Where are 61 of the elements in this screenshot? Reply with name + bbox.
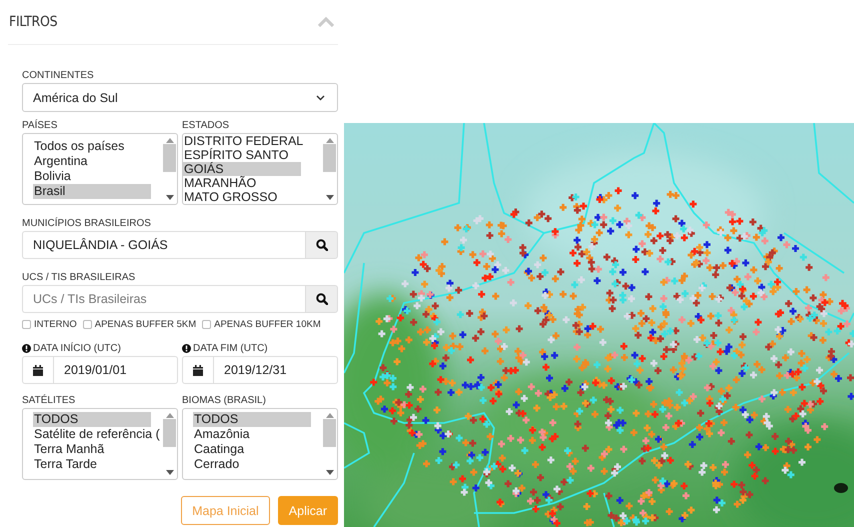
scroll-down-icon[interactable] xyxy=(326,470,334,475)
scrollbar-thumb[interactable] xyxy=(323,144,336,172)
calendar-icon xyxy=(33,364,43,376)
search-icon xyxy=(316,239,328,251)
list-item[interactable]: MATO GROSSO xyxy=(183,190,301,204)
list-item[interactable]: Todos os países xyxy=(33,139,151,154)
protected-area-field[interactable]: UCs / TIs Brasileiras xyxy=(22,285,305,313)
checkbox-label: APENAS BUFFER 5KM xyxy=(94,319,196,330)
field-label: ESTADOS xyxy=(182,119,230,132)
list-item[interactable]: MARANHÃO xyxy=(183,176,301,190)
scrollbar-thumb[interactable] xyxy=(323,419,336,447)
list-item[interactable]: Terra Tarde xyxy=(33,457,151,472)
field-label: DATA INÍCIO (UTC) xyxy=(33,343,121,354)
list-item[interactable]: Caatinga xyxy=(193,442,311,457)
checkbox-label: APENAS BUFFER 10KM xyxy=(214,319,321,330)
field-label: MUNICÍPIOS BRASILEIROS xyxy=(22,217,152,230)
field-label: CONTINENTES xyxy=(22,69,95,82)
satellite-map-drawing[interactable] xyxy=(344,123,854,527)
calendar-icon xyxy=(193,364,203,376)
panel-title: FILTROS xyxy=(9,14,58,30)
list-box[interactable]: TODOS Amazônia Caatinga Cerrado xyxy=(182,408,338,480)
field-label: DATA FIM (UTC) xyxy=(193,343,268,354)
checkbox-label: INTERNO xyxy=(34,319,77,330)
list-item[interactable]: ESPÍRITO SANTO xyxy=(183,148,301,162)
collapse-icon[interactable] xyxy=(318,17,334,27)
list-item[interactable]: TODOS xyxy=(33,412,151,427)
chevron-down-icon xyxy=(316,94,325,100)
list-item[interactable]: DISTRITO FEDERAL xyxy=(183,134,304,148)
checkbox[interactable] xyxy=(22,320,31,329)
search-icon xyxy=(316,293,328,305)
municipality-field[interactable]: NIQUELÂNDIA - GOIÁS xyxy=(22,231,305,259)
scrollbar-thumb[interactable] xyxy=(163,144,176,172)
info-icon xyxy=(182,344,191,353)
list-box[interactable]: TODOS Satélite de referência ( Terra Manhã Terra Tarde xyxy=(22,408,178,480)
search-button[interactable] xyxy=(305,285,338,313)
field-label: PAÍSES xyxy=(22,119,58,132)
list-item[interactable]: Bolivia xyxy=(33,169,151,184)
list-box[interactable]: DISTRITO FEDERAL ESPÍRITO SANTO GOIÁS MARANHÃO MATO GROSSO xyxy=(182,133,338,205)
list-item[interactable]: Amazônia xyxy=(193,427,311,442)
scroll-down-icon[interactable] xyxy=(166,195,174,200)
field-label: UCS / TIS BRASILEIRAS xyxy=(22,271,136,284)
list-item[interactable]: Cerrado xyxy=(193,457,311,472)
continent-select[interactable]: América do Sul xyxy=(22,83,338,112)
scroll-down-icon[interactable] xyxy=(326,195,334,200)
scroll-down-icon[interactable] xyxy=(166,470,174,475)
list-item[interactable]: Brasil xyxy=(33,184,151,199)
list-item[interactable]: Argentina xyxy=(33,154,151,169)
field-label: BIOMAS (BRASIL) xyxy=(182,394,267,407)
list-item[interactable]: TODOS xyxy=(193,412,311,427)
checkbox[interactable] xyxy=(82,320,92,329)
field-label: SATÉLITES xyxy=(22,394,76,407)
list-item[interactable]: Terra Manhã xyxy=(33,442,151,457)
date-field[interactable]: 2019/01/01 xyxy=(22,356,178,384)
date-field[interactable]: 2019/12/31 xyxy=(182,356,338,384)
list-box[interactable]: Todos os países Argentina Bolivia Brasil xyxy=(22,133,178,205)
scrollbar-thumb[interactable] xyxy=(163,419,176,447)
info-icon xyxy=(22,344,31,353)
list-item[interactable]: Satélite de referência ( xyxy=(33,427,160,442)
checkbox[interactable] xyxy=(202,320,212,329)
search-button[interactable] xyxy=(305,231,338,259)
list-item[interactable]: GOIÁS xyxy=(183,162,301,176)
